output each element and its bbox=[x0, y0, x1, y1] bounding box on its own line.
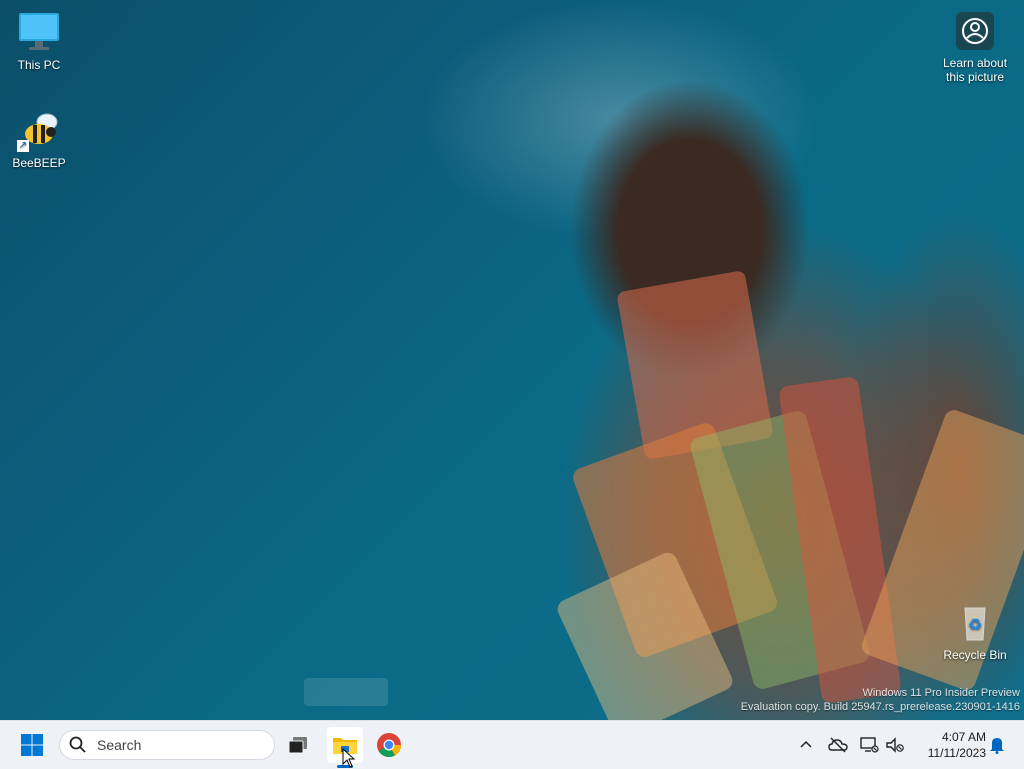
chrome-icon bbox=[377, 733, 401, 758]
start-button[interactable] bbox=[14, 727, 50, 763]
task-view-icon bbox=[288, 737, 307, 754]
chevron-up-icon bbox=[800, 740, 812, 748]
faded-tooltip bbox=[304, 678, 388, 706]
desktop-icon-label: This PC bbox=[17, 58, 61, 72]
build-watermark: Windows 11 Pro Insider Preview Evaluatio… bbox=[741, 686, 1020, 714]
volume-muted-icon bbox=[886, 737, 904, 753]
network-button[interactable] bbox=[857, 733, 881, 757]
taskbar-clock[interactable]: 4:07 AM 11/11/2023 bbox=[914, 729, 986, 761]
learn-about-label-line1: Learn about bbox=[942, 56, 1008, 70]
taskbar: 4:07 AM 11/11/2023 bbox=[0, 720, 1024, 769]
mouse-cursor-icon bbox=[342, 748, 356, 768]
clock-date: 11/11/2023 bbox=[927, 746, 986, 760]
desktop-icon-this-pc[interactable]: This PC bbox=[1, 10, 77, 72]
learn-about-picture-button[interactable]: Learn about this picture bbox=[942, 12, 1008, 84]
search-icon bbox=[69, 736, 86, 753]
windows-logo-icon bbox=[21, 734, 43, 756]
clock-time: 4:07 AM bbox=[941, 730, 986, 744]
bee-icon: ↗ bbox=[17, 108, 61, 152]
bell-icon bbox=[990, 738, 1004, 754]
desktop-wallpaper bbox=[0, 0, 1024, 741]
task-view-button[interactable] bbox=[280, 727, 316, 763]
shortcut-arrow-icon: ↗ bbox=[17, 140, 29, 152]
watermark-line1: Windows 11 Pro Insider Preview bbox=[862, 687, 1020, 699]
desktop-icon-label: Recycle Bin bbox=[943, 648, 1007, 662]
camera-icon bbox=[956, 12, 994, 50]
desktop-icon-beebeep[interactable]: ↗ BeeBEEP bbox=[1, 108, 77, 170]
notification-center-button[interactable] bbox=[985, 733, 1009, 757]
search-input[interactable] bbox=[95, 736, 259, 754]
volume-button[interactable] bbox=[883, 733, 907, 757]
learn-about-label-line2: this picture bbox=[945, 70, 1005, 84]
watermark-line2: Evaluation copy. Build 25947.rs_prerelea… bbox=[740, 701, 1020, 713]
desktop-icon-recycle-bin[interactable]: ♻ Recycle Bin bbox=[937, 600, 1013, 662]
onedrive-offline-icon bbox=[828, 737, 848, 753]
network-disconnected-icon bbox=[860, 737, 879, 753]
search-box[interactable] bbox=[59, 730, 275, 760]
desktop-icon-label: BeeBEEP bbox=[12, 156, 66, 170]
show-hidden-icons-button[interactable] bbox=[794, 733, 818, 757]
svg-text:♻: ♻ bbox=[968, 615, 982, 634]
onedrive-status-button[interactable] bbox=[826, 733, 850, 757]
recycle-bin-icon: ♻ bbox=[953, 600, 997, 644]
computer-icon bbox=[17, 10, 61, 54]
taskbar-chrome[interactable] bbox=[371, 727, 407, 763]
